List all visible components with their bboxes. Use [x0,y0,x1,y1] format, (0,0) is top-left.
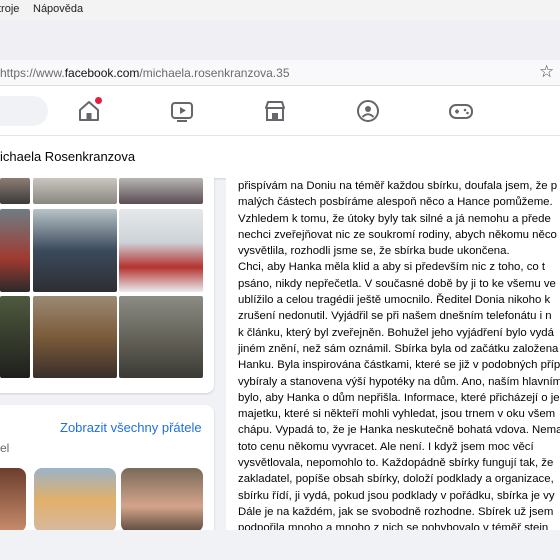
url-path: /michaela.rosenkranzova.35 [139,66,290,80]
search-input[interactable] [0,96,48,126]
photo-thumb[interactable] [0,209,30,292]
post-text: přispívám na Doniu na téměř každou sbírk… [238,180,560,530]
bookmark-star-icon[interactable]: ☆ [539,62,554,82]
friend-photo[interactable] [121,468,203,532]
photo-thumb[interactable] [119,296,203,378]
photo-thumb[interactable] [33,296,117,378]
menu-tools[interactable]: troje [0,3,19,15]
photo-thumb[interactable] [0,296,30,378]
gaming-icon[interactable] [448,98,474,124]
friend-photo[interactable] [34,468,116,532]
tab-strip [0,20,560,60]
groups-icon[interactable] [355,98,381,124]
photo-thumb[interactable] [119,178,203,204]
post-body: přispívám na Doniu na téměř každou sbírk… [226,178,560,530]
facebook-nav [0,86,560,136]
profile-name: ichaela Rosenkranzova [0,149,136,164]
address-bar[interactable]: https://www.facebook.com/michaela.rosenk… [0,60,560,86]
url-text[interactable]: https://www.facebook.com/michaela.rosenk… [0,66,290,80]
video-icon[interactable] [169,98,195,124]
notification-dot [95,97,102,104]
profile-header-bar: ichaela Rosenkranzova [0,136,560,178]
url-domain: facebook.com [64,66,140,80]
page-bottom [0,530,560,560]
menu-bar: troje Nápověda [0,0,560,20]
marketplace-icon[interactable] [262,98,288,124]
photo-thumb[interactable] [0,178,30,204]
menu-help[interactable]: Nápověda [33,3,83,15]
friend-photo[interactable] [0,468,26,532]
photo-thumb[interactable] [33,209,117,292]
friends-count-fragment: el [0,441,10,455]
see-all-friends-link[interactable]: Zobrazit všechny přátele [60,420,202,435]
photo-thumb[interactable] [119,209,203,292]
url-prefix: https://www. [0,66,65,80]
photo-thumb[interactable] [33,178,117,204]
